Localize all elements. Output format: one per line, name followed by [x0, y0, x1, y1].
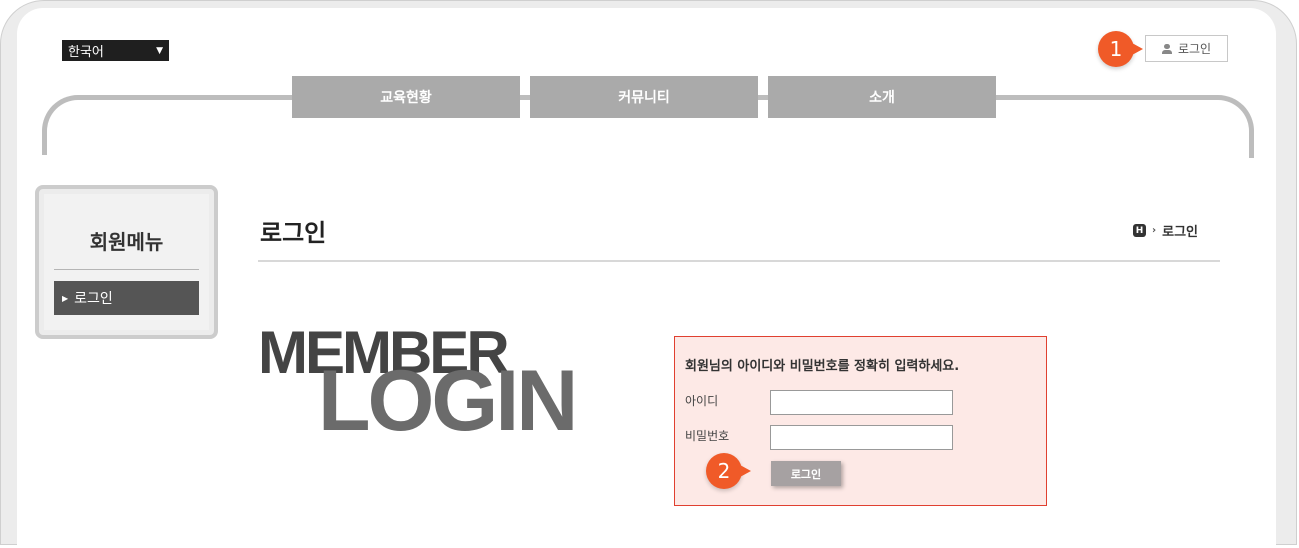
language-select-label: 한국어	[68, 45, 104, 60]
password-label: 비밀번호	[685, 429, 730, 443]
nav-item-community[interactable]: 커뮤니티	[530, 76, 758, 118]
hero-login-text: LOGIN	[318, 353, 578, 449]
nav-frame-mask-right	[1242, 158, 1256, 218]
sidebar-divider	[54, 269, 199, 270]
nav-item-education[interactable]: 교육현황	[292, 76, 520, 118]
title-divider	[258, 260, 1220, 262]
step-badge-1: 1	[1098, 31, 1143, 67]
id-label: 아이디	[685, 394, 719, 408]
nav-item-about[interactable]: 소개	[768, 76, 996, 118]
step-badge-2: 2	[706, 453, 751, 489]
breadcrumb-current: 로그인	[1162, 225, 1199, 240]
dropdown-arrow-icon: ▼	[156, 45, 163, 56]
login-instructions: 회원님의 아이디와 비밀번호를 정확히 입력하세요.	[685, 359, 960, 374]
id-input[interactable]	[770, 390, 953, 415]
password-input[interactable]	[770, 425, 953, 450]
top-login-label: 로그인	[1177, 42, 1212, 56]
main-nav: 교육현황 커뮤니티 소개	[292, 76, 996, 118]
language-select[interactable]: 한국어 ▼	[62, 40, 169, 61]
sidebar-title: 회원메뉴	[89, 230, 164, 254]
user-icon	[1161, 43, 1172, 54]
sidebar-item-login[interactable]: ▶ 로그인	[54, 281, 199, 315]
sidebar-item-label: 로그인	[74, 291, 113, 307]
login-submit-button[interactable]: 로그인	[771, 461, 841, 486]
sidebar: 회원메뉴 ▶ 로그인	[35, 185, 218, 339]
top-login-link[interactable]: 로그인	[1145, 35, 1228, 62]
breadcrumb-separator-icon: ›	[1152, 225, 1157, 236]
page-title: 로그인	[260, 219, 327, 247]
breadcrumb: H › 로그인	[1133, 221, 1198, 240]
caret-right-icon: ▶	[62, 293, 69, 303]
sidebar-inner: 회원메뉴 ▶ 로그인	[44, 194, 209, 330]
home-icon[interactable]: H	[1133, 224, 1146, 237]
